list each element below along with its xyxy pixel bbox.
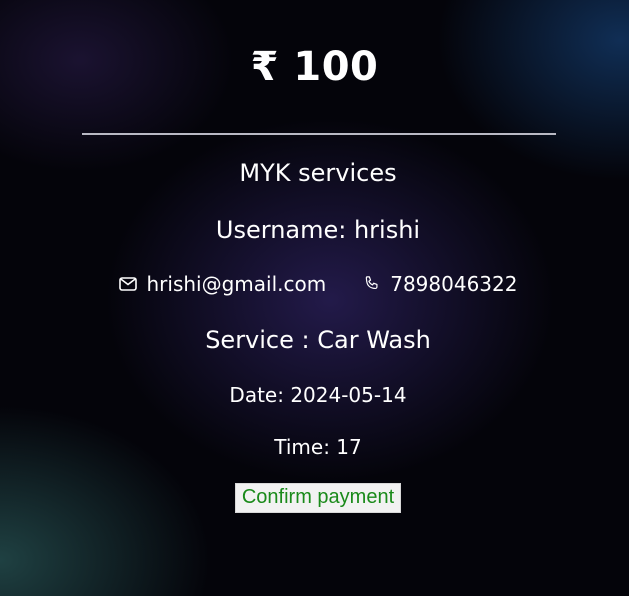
payment-amount: ₹ 100 xyxy=(250,44,379,90)
payment-card: ₹ 100 MYK services Username: hrishi hris… xyxy=(0,0,629,596)
username-text: Username: hrishi xyxy=(215,216,421,244)
booking-time: Time: 17 xyxy=(274,435,362,459)
service-provider-name: MYK services xyxy=(239,159,397,187)
confirm-payment-button[interactable]: Confirm payment xyxy=(234,483,402,513)
service-name: Service : Car Wash xyxy=(205,326,431,354)
mail-icon xyxy=(118,277,137,291)
confirm-container: Confirm payment xyxy=(0,483,629,513)
phone-item: 7898046322 xyxy=(362,272,517,296)
divider xyxy=(82,133,556,135)
phone-text: 7898046322 xyxy=(390,272,518,296)
phone-icon xyxy=(366,276,378,290)
booking-date: Date: 2024-05-14 xyxy=(229,383,407,407)
email-text: hrishi@gmail.com xyxy=(146,272,327,296)
contact-row: hrishi@gmail.com 7898046322 xyxy=(0,272,629,296)
email-item: hrishi@gmail.com xyxy=(118,272,327,296)
